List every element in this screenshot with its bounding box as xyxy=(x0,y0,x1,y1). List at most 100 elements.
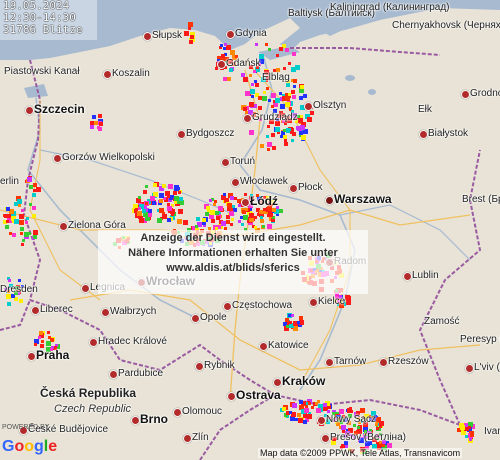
lightning-strike-mark xyxy=(241,73,245,77)
city-label: Olomouc xyxy=(182,406,223,417)
city-label: Rybnik xyxy=(204,360,235,371)
lightning-strike-mark xyxy=(205,212,209,216)
lightning-strike-mark xyxy=(360,408,365,413)
lightning-strike-mark xyxy=(271,93,276,98)
lightning-strike-mark xyxy=(48,336,51,339)
lightning-strike-mark xyxy=(283,135,287,139)
lightning-strike-mark xyxy=(469,438,472,441)
lightning-map[interactable]: Gdynia Baltiysk (Балтийск) Kaliningrad (Ка… xyxy=(0,0,500,460)
lightning-strike-mark xyxy=(267,224,272,229)
lightning-strike-mark xyxy=(7,302,11,306)
city-label: Ivano- xyxy=(484,426,500,437)
lightning-strike-mark xyxy=(8,279,11,282)
lightning-strike-mark xyxy=(46,341,51,346)
city-marker-icon xyxy=(183,434,192,443)
city-label: Lublin xyxy=(412,270,439,281)
city-marker-icon xyxy=(109,370,118,379)
city-marker-icon xyxy=(325,358,334,367)
lightning-strike-mark xyxy=(291,139,294,142)
google-logo-text: Google xyxy=(2,438,57,455)
lightning-strike-mark xyxy=(254,226,257,229)
city-marker-icon xyxy=(81,284,90,293)
city-label: Kraków xyxy=(282,374,326,388)
city-label: Płock xyxy=(298,182,323,193)
lightning-strike-mark xyxy=(260,216,263,219)
lightning-strike-mark xyxy=(17,199,22,204)
city-marker-icon xyxy=(223,302,232,311)
lightning-strike-mark xyxy=(279,47,283,51)
lightning-strike-mark xyxy=(223,47,226,50)
lightning-strike-mark xyxy=(291,67,296,72)
lightning-strike-mark xyxy=(288,62,291,65)
lightning-strike-mark xyxy=(243,77,248,82)
lightning-strike-mark xyxy=(173,191,177,195)
lightning-strike-mark xyxy=(33,230,38,235)
lightning-strike-mark xyxy=(263,208,266,211)
city-label: Nowy Sącz xyxy=(326,414,377,425)
lightning-strike-mark xyxy=(41,340,44,343)
lightning-strike-mark xyxy=(307,117,312,122)
lightning-strike-mark xyxy=(279,209,283,213)
lightning-strike-mark xyxy=(162,184,166,188)
lightning-strike-mark xyxy=(260,144,264,148)
city-marker-icon xyxy=(89,338,98,347)
city-label: Białystok xyxy=(428,128,469,139)
lightning-strike-mark xyxy=(210,210,215,215)
lightning-strike-mark xyxy=(298,418,303,423)
city-label: Słupsk xyxy=(152,30,183,41)
lightning-strike-mark xyxy=(22,239,25,242)
city-marker-icon xyxy=(289,184,298,193)
city-label: Koszalin xyxy=(112,68,150,79)
city-marker-icon xyxy=(241,198,250,207)
city-label: Toruń xyxy=(230,156,256,167)
city-label: L'viv (Львів) xyxy=(474,362,500,373)
lightning-strike-mark xyxy=(291,90,295,94)
lightning-strike-mark xyxy=(269,213,273,217)
lightning-strike-mark xyxy=(209,199,212,202)
lightning-strike-mark xyxy=(275,127,280,132)
city-marker-icon xyxy=(226,30,235,39)
lightning-strike-mark xyxy=(267,142,272,147)
lightning-strike-mark xyxy=(253,70,256,73)
lightning-strike-mark xyxy=(195,225,198,228)
lightning-strike-mark xyxy=(221,221,226,226)
google-logo[interactable]: POWERED BY Google xyxy=(2,424,57,456)
lightning-strike-mark xyxy=(275,98,280,103)
lightning-strike-mark xyxy=(178,191,181,194)
lightning-strike-mark xyxy=(292,52,296,56)
lightning-strike-mark xyxy=(230,50,235,55)
city-label: Włocławek xyxy=(240,176,288,187)
lightning-strike-mark xyxy=(299,131,303,135)
lightning-strike-mark xyxy=(137,211,142,216)
city-marker-icon xyxy=(27,352,36,361)
lightning-strike-mark xyxy=(159,208,164,213)
lightning-strike-mark xyxy=(183,220,188,225)
lightning-strike-mark xyxy=(310,111,314,115)
lightning-strike-mark xyxy=(249,213,254,218)
city-label: Czech Republic xyxy=(54,403,132,415)
lightning-strike-mark xyxy=(90,125,94,129)
lightning-strike-mark xyxy=(145,185,148,188)
lightning-strike-mark xyxy=(465,424,468,427)
lightning-strike-mark xyxy=(159,193,164,198)
lightning-strike-mark xyxy=(285,93,288,96)
map-copyright[interactable]: Map data ©2009 PPWK, Tele Atlas, Transna… xyxy=(258,448,463,458)
city-marker-icon xyxy=(143,32,152,41)
service-notice-overlay: Anzeige der Dienst wird eingestellt. Näh… xyxy=(98,230,368,294)
city-label: Hradec Králové xyxy=(98,336,167,347)
lightning-strike-mark xyxy=(254,80,257,83)
city-marker-icon xyxy=(101,308,110,317)
lightning-strike-mark xyxy=(145,202,148,205)
lightning-strike-mark xyxy=(285,48,289,52)
lightning-strike-mark xyxy=(174,201,177,204)
lightning-strike-mark xyxy=(262,225,265,228)
lightning-strike-mark xyxy=(174,196,179,201)
city-marker-icon xyxy=(321,434,330,443)
lightning-strike-mark xyxy=(94,121,98,125)
city-marker-icon xyxy=(131,416,140,425)
lightning-strike-mark xyxy=(285,318,289,322)
lightning-strike-mark xyxy=(148,209,152,213)
lightning-strike-mark xyxy=(379,421,384,426)
lightning-strike-mark xyxy=(249,130,254,135)
notice-line-3[interactable]: www.aldis.at/blids/sferics xyxy=(98,260,368,275)
